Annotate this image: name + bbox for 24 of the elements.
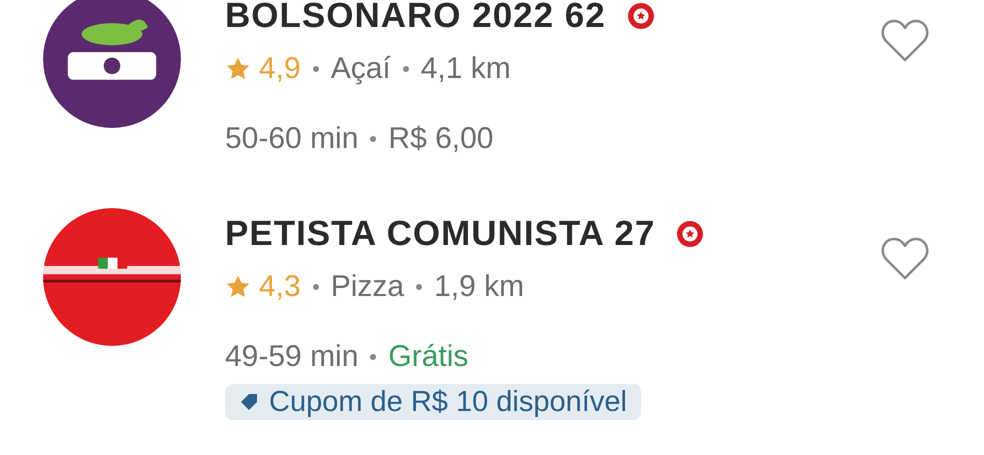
separator-dot [312, 284, 319, 290]
coupon-text: Cupom de R$ 10 disponível [269, 385, 627, 419]
separator-dot [370, 354, 376, 360]
category: Pizza [330, 270, 404, 304]
rating: 4,9 [259, 52, 301, 86]
rating: 4,3 [259, 270, 301, 304]
separator-dot [312, 66, 319, 72]
tag-icon [239, 392, 259, 412]
delivery-time: 49-59 min [225, 340, 358, 374]
category: Açaí [330, 52, 391, 86]
delivery-time: 50-60 min [225, 122, 358, 156]
restaurant-name: PETISTA COMUNISTA 27 [225, 214, 656, 254]
separator-dot [416, 284, 422, 290]
separator-dot [370, 136, 376, 142]
heart-icon[interactable] [880, 18, 930, 64]
restaurant-name: BOLSONARO 2022 62 [225, 0, 606, 36]
distance: 1,9 km [434, 270, 524, 304]
separator-dot [402, 66, 409, 72]
delivery-fee: R$ 6,00 [388, 122, 494, 156]
star-icon [225, 274, 251, 300]
delivery-fee: Grátis [388, 340, 468, 374]
star-icon [225, 56, 251, 82]
heart-icon[interactable] [880, 236, 930, 282]
distance: 4,1 km [420, 52, 511, 86]
